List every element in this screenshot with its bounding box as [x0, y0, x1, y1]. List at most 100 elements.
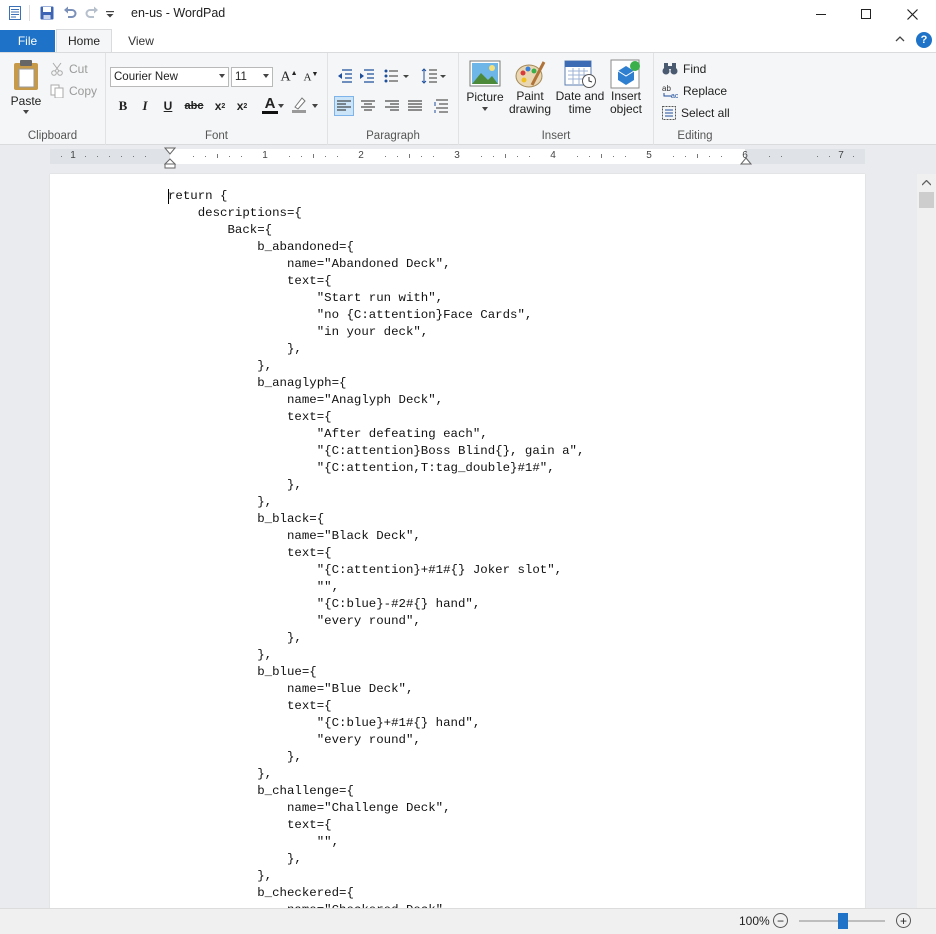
tab-home[interactable]: Home: [56, 29, 112, 52]
grow-font-button[interactable]: A▲: [280, 67, 298, 87]
superscript-button[interactable]: x2: [232, 96, 252, 116]
copy-button[interactable]: Copy: [50, 82, 97, 100]
text-caret: [168, 189, 169, 204]
bullets-button[interactable]: [383, 67, 411, 85]
vertical-scrollbar[interactable]: [917, 174, 936, 908]
font-group-label: Font: [204, 130, 228, 142]
paint-drawing-label: Paint drawing: [508, 89, 552, 116]
help-icon[interactable]: ?: [916, 32, 932, 48]
document-text[interactable]: return { descriptions={ Back={ b_abandon…: [168, 188, 584, 908]
paste-label: Paste: [10, 94, 42, 108]
copy-label: Copy: [69, 84, 98, 98]
decrease-indent-button[interactable]: [336, 67, 354, 85]
group-font: Courier New 11 A▲ A▼ B I U abc x2 x2 A F…: [106, 53, 328, 145]
font-size-combo[interactable]: 11: [231, 67, 273, 87]
italic-button[interactable]: I: [136, 96, 154, 116]
line-spacing-button[interactable]: [420, 67, 448, 85]
collapse-ribbon-icon[interactable]: [894, 33, 906, 47]
minimize-icon: [816, 14, 826, 15]
scroll-thumb[interactable]: [919, 192, 934, 208]
insert-object-button[interactable]: Insert object: [606, 59, 646, 121]
picture-icon: [469, 60, 501, 87]
shrink-font-icon: A▼: [303, 70, 319, 84]
ribbon: Paste Cut Copy Clipboard Courier New 11 …: [0, 52, 936, 145]
tab-file[interactable]: File: [0, 30, 55, 52]
title-bar: en-us - WordPad: [0, 0, 936, 28]
ribbon-tabs: File Home View ?: [0, 28, 936, 52]
align-center-icon: [361, 100, 375, 111]
tab-view[interactable]: View: [114, 30, 168, 52]
close-button[interactable]: [889, 0, 935, 28]
font-family-dropdown-icon: [219, 74, 225, 78]
paste-dropdown-icon: [23, 110, 29, 114]
picture-label: Picture: [466, 90, 504, 104]
right-indent-marker[interactable]: [740, 157, 752, 166]
justify-button[interactable]: [405, 96, 425, 116]
ruler-number: 1: [262, 150, 268, 161]
highlight-button[interactable]: [289, 94, 309, 116]
align-left-icon: [337, 100, 351, 111]
scroll-up-arrow-icon[interactable]: [922, 180, 931, 186]
highlight-dropdown-icon[interactable]: [312, 104, 318, 108]
clipboard-group-label: Clipboard: [27, 130, 78, 142]
undo-icon[interactable]: [63, 6, 77, 20]
minimize-button[interactable]: [798, 0, 844, 28]
insert-object-label: Insert object: [609, 89, 643, 116]
highlight-icon: [292, 97, 306, 113]
zoom-level: 100%: [739, 914, 770, 928]
svg-text:ac: ac: [671, 93, 678, 98]
picture-dropdown-icon: [482, 107, 488, 111]
replace-icon: abac: [662, 84, 678, 98]
font-family-combo[interactable]: Courier New: [110, 67, 229, 87]
cut-label: Cut: [69, 62, 88, 76]
document-page[interactable]: return { descriptions={ Back={ b_abandon…: [50, 174, 865, 908]
save-icon[interactable]: [40, 6, 54, 20]
shrink-font-button[interactable]: A▼: [302, 67, 320, 87]
zoom-slider-thumb[interactable]: [838, 913, 848, 929]
customize-qat-icon[interactable]: [105, 6, 119, 20]
insert-group-label: Insert: [541, 130, 571, 142]
justify-icon: [408, 100, 422, 111]
redo-icon[interactable]: [85, 6, 99, 20]
cut-button[interactable]: Cut: [50, 60, 88, 78]
select-all-icon: [662, 106, 676, 120]
paragraph-group-label: Paragraph: [366, 130, 420, 142]
paste-button[interactable]: Paste: [7, 59, 45, 121]
font-size-value: 11: [235, 71, 247, 83]
paragraph-dialog-button[interactable]: [432, 95, 452, 117]
select-all-label: Select all: [681, 106, 730, 120]
picture-button[interactable]: Picture: [465, 59, 505, 121]
close-icon: [906, 8, 918, 20]
find-label: Find: [683, 62, 707, 76]
font-size-dropdown-icon: [263, 74, 269, 78]
align-center-button[interactable]: [358, 96, 378, 116]
zoom-out-button[interactable]: −: [773, 913, 788, 928]
align-right-button[interactable]: [382, 96, 402, 116]
paint-drawing-icon: [515, 61, 546, 88]
font-color-dropdown-icon[interactable]: [278, 104, 284, 108]
replace-label: Replace: [683, 84, 728, 98]
date-time-label: Date and time: [555, 89, 605, 116]
ruler-number: 2: [358, 150, 364, 161]
subscript-button[interactable]: x2: [210, 96, 230, 116]
group-editing: Find ab ac Replace Select all Editing: [654, 53, 736, 145]
select-all-button[interactable]: Select all: [662, 104, 730, 122]
svg-text:ab: ab: [662, 84, 671, 93]
wordpad-app-icon[interactable]: [8, 6, 22, 20]
find-button[interactable]: Find: [662, 60, 706, 78]
align-right-icon: [385, 100, 399, 111]
paint-drawing-button[interactable]: Paint drawing: [506, 59, 554, 121]
bold-button[interactable]: B: [114, 96, 132, 116]
underline-button[interactable]: U: [159, 96, 177, 116]
align-left-button[interactable]: [334, 96, 354, 116]
status-bar: 100% − +: [0, 908, 936, 934]
subscript-label: x: [214, 99, 222, 113]
increase-indent-button[interactable]: [358, 67, 376, 85]
binoculars-icon: [662, 63, 678, 75]
strikethrough-button[interactable]: abc: [182, 96, 206, 116]
date-time-button[interactable]: Date and time: [554, 59, 606, 121]
zoom-in-button[interactable]: +: [896, 913, 911, 928]
first-line-indent-marker[interactable]: [164, 147, 176, 169]
replace-button[interactable]: ab ac Replace: [662, 82, 727, 100]
maximize-button[interactable]: [843, 0, 889, 28]
